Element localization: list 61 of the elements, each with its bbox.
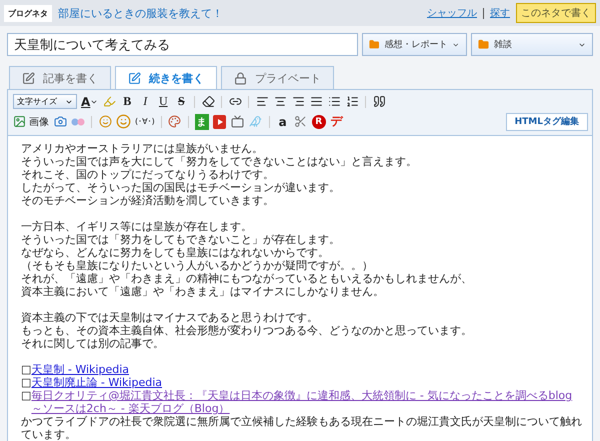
- title-input[interactable]: 天皇制について考えてみる: [7, 33, 358, 56]
- caret-icon: [452, 40, 460, 48]
- palette-icon[interactable]: [168, 114, 182, 130]
- lock-icon: [234, 72, 247, 84]
- category-dropdown[interactable]: 感想・レポート: [362, 33, 467, 56]
- body-text-line: 資本主義において「遠慮」や「わきまえ」はマイナスにしかなりません。: [21, 285, 385, 298]
- bullet-text: □: [21, 389, 32, 404]
- body-text-line: そういった国では「努力をしてもできないこと」が存在します。: [21, 233, 341, 246]
- body-text-line: そのモチベーションが経済活動を潤していきます。: [21, 194, 275, 207]
- folder-icon: [369, 39, 380, 50]
- reference-link[interactable]: 毎日クオリティ@堀江貴文社長：『天皇は日本の象徴』に違和感、大統領制に - 気になったことを調べるblog ～ソースは2ch～ - 楽天ブログ（Blog）: [31, 389, 584, 415]
- edit-icon: [22, 72, 35, 84]
- video-icon[interactable]: [212, 114, 227, 130]
- camera-icon[interactable]: [53, 114, 67, 130]
- numbered-list-icon[interactable]: [345, 94, 360, 110]
- font-color-button[interactable]: A: [81, 94, 98, 110]
- image-button[interactable]: 画像: [13, 114, 49, 130]
- bullet-text: □: [21, 363, 32, 376]
- amazon-button[interactable]: a: [276, 114, 290, 130]
- body-text-line: 一方日本、イギリス等には皇族が存在します。: [21, 220, 253, 233]
- de-button[interactable]: デ: [330, 114, 344, 130]
- scissors-icon[interactable]: [294, 114, 308, 130]
- topic-link[interactable]: シャッフル: [427, 6, 477, 20]
- editor-tab[interactable]: 続きを書く: [115, 66, 217, 90]
- editor-tab[interactable]: プライベート: [221, 66, 334, 90]
- topic-link[interactable]: 探す: [490, 6, 510, 20]
- edit-icon: [128, 72, 141, 84]
- image-icon: [13, 115, 26, 128]
- kaomoji-button[interactable]: (･∀･): [135, 114, 155, 130]
- strikethrough-button[interactable]: S: [174, 94, 188, 110]
- smiley-icon[interactable]: [116, 114, 131, 130]
- smiley-icon[interactable]: [98, 114, 112, 130]
- write-topic-button[interactable]: このネタで書く: [516, 3, 596, 23]
- body-text-line: アメリカやオーストラリアには皇族がいません。: [21, 142, 264, 155]
- body-text-line: それに関しては別の記事で。: [21, 337, 165, 350]
- body-text-line: 資本主義の下では天皇制はマイナスであると思うわけです。: [21, 311, 319, 324]
- underline-button[interactable]: U: [156, 94, 170, 110]
- folder-icon: [478, 39, 489, 50]
- quote-icon[interactable]: [372, 94, 386, 110]
- editor-tab[interactable]: 記事を書く: [9, 66, 111, 90]
- body-text-line: それが、「遠慮」や「わきまえ」の精神にもつながっているともいえるかもしれませんが、: [21, 272, 473, 285]
- eraser-icon[interactable]: [201, 94, 216, 110]
- body-text-line: そういった国では声を大にして「努力をしてできないことはない」と言えます。: [21, 155, 418, 168]
- blog-topic-label: ブログネタ: [4, 4, 52, 22]
- rakuten-button[interactable]: R: [312, 114, 326, 128]
- body-text-line: （そもそも皇族になりたいという人がいるかどうかが疑問ですが。。）: [21, 259, 374, 272]
- italic-button[interactable]: I: [138, 94, 152, 110]
- html-edit-button[interactable]: HTMLタグ編集: [506, 112, 588, 130]
- body-text-line: それこそ、国のトップにだってなりうるわけです。: [21, 168, 275, 181]
- body-text-line: もっとも、その資本主義自体、社会形態が変わりつつある今、どうなのかと思っています。: [21, 324, 473, 337]
- reference-link[interactable]: 天皇制 - Wikipedia: [31, 363, 130, 376]
- tv-icon[interactable]: [230, 114, 245, 130]
- reference-link[interactable]: 天皇制廃止論 - Wikipedia: [31, 376, 162, 389]
- topic-link[interactable]: 部屋にいるときの服装を教えて！: [58, 6, 421, 20]
- font-size-select[interactable]: 文字サイズ: [13, 94, 77, 109]
- bullet-text: □: [21, 376, 32, 389]
- body-paragraph: かつてライブドアの社長で衆院選に無所属で立候補した経験もある現在ニートの堀江貴文氏が天皇制について触れています。: [21, 415, 583, 441]
- category-dropdown[interactable]: 雑談: [471, 33, 593, 56]
- body-text-line: したがって、そういった国の国民はモチベーションが違います。: [21, 181, 341, 194]
- bold-button[interactable]: B: [120, 94, 134, 110]
- body-text-line: なぜなら、どんなに努力をしても皇族にはなれないからです。: [21, 246, 330, 259]
